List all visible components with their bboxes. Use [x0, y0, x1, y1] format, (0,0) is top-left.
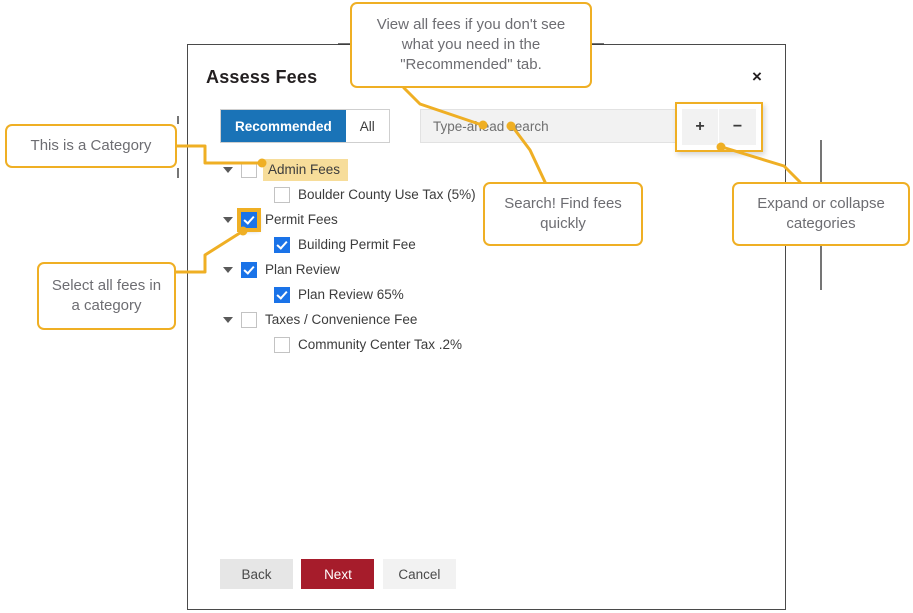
- tree-row: Taxes / Convenience Fee: [220, 307, 763, 332]
- page-title: Assess Fees: [206, 67, 318, 87]
- assess-fees-dialog: Assess Fees × Recommended All + − Admin …: [187, 44, 786, 610]
- collapse-all-button[interactable]: −: [719, 109, 756, 145]
- caret-down-icon[interactable]: [220, 257, 236, 282]
- fee-checkbox[interactable]: [274, 336, 290, 353]
- fee-checkbox[interactable]: [274, 236, 290, 253]
- fee-label: Taxes / Convenience Fee: [265, 312, 418, 327]
- fee-checkbox[interactable]: [241, 311, 257, 328]
- callout-view-all: View all fees if you don't see what you …: [350, 2, 592, 88]
- fee-label: Admin Fees: [263, 158, 349, 181]
- tab-all[interactable]: All: [345, 110, 389, 142]
- tree-row: Admin Fees: [220, 157, 763, 182]
- fee-label: Permit Fees: [265, 212, 338, 227]
- fee-checkbox[interactable]: [274, 186, 290, 203]
- next-button[interactable]: Next: [301, 559, 375, 589]
- fee-scope-tabs: Recommended All: [220, 109, 390, 143]
- tree-row: Plan Review 65%: [220, 282, 763, 307]
- callout-expand: Expand or collapse categories: [732, 182, 910, 246]
- fee-label: Boulder County Use Tax (5%): [298, 187, 476, 202]
- dialog-footer: Back Next Cancel: [220, 559, 460, 589]
- caret-down-icon[interactable]: [220, 207, 236, 232]
- callout-search: Search! Find fees quickly: [483, 182, 643, 246]
- expand-collapse-highlight: + −: [675, 102, 763, 152]
- fee-label: Building Permit Fee: [298, 237, 416, 252]
- caret-down-icon[interactable]: [220, 307, 236, 332]
- fee-checkbox[interactable]: [241, 161, 257, 178]
- expand-collapse-group: + −: [682, 109, 756, 145]
- tree-row: Plan Review: [220, 257, 763, 282]
- callout-select-all: Select all fees in a category: [37, 262, 176, 330]
- cancel-button[interactable]: Cancel: [382, 559, 456, 589]
- fee-checkbox[interactable]: [237, 207, 261, 232]
- search-input[interactable]: [420, 109, 708, 143]
- callout-category: This is a Category: [5, 124, 177, 168]
- tree-row: Community Center Tax .2%: [220, 332, 763, 357]
- fee-checkbox[interactable]: [274, 286, 290, 303]
- fee-label: Plan Review: [265, 262, 341, 277]
- fee-label: Plan Review 65%: [298, 287, 404, 302]
- close-icon[interactable]: ×: [747, 67, 767, 87]
- tab-recommended[interactable]: Recommended: [221, 110, 346, 142]
- back-button[interactable]: Back: [220, 559, 293, 589]
- fee-checkbox[interactable]: [241, 261, 257, 278]
- expand-all-button[interactable]: +: [682, 109, 719, 145]
- caret-down-icon[interactable]: [220, 157, 236, 182]
- dialog-toolbar: Recommended All + −: [220, 102, 763, 152]
- fee-label: Community Center Tax .2%: [298, 337, 463, 352]
